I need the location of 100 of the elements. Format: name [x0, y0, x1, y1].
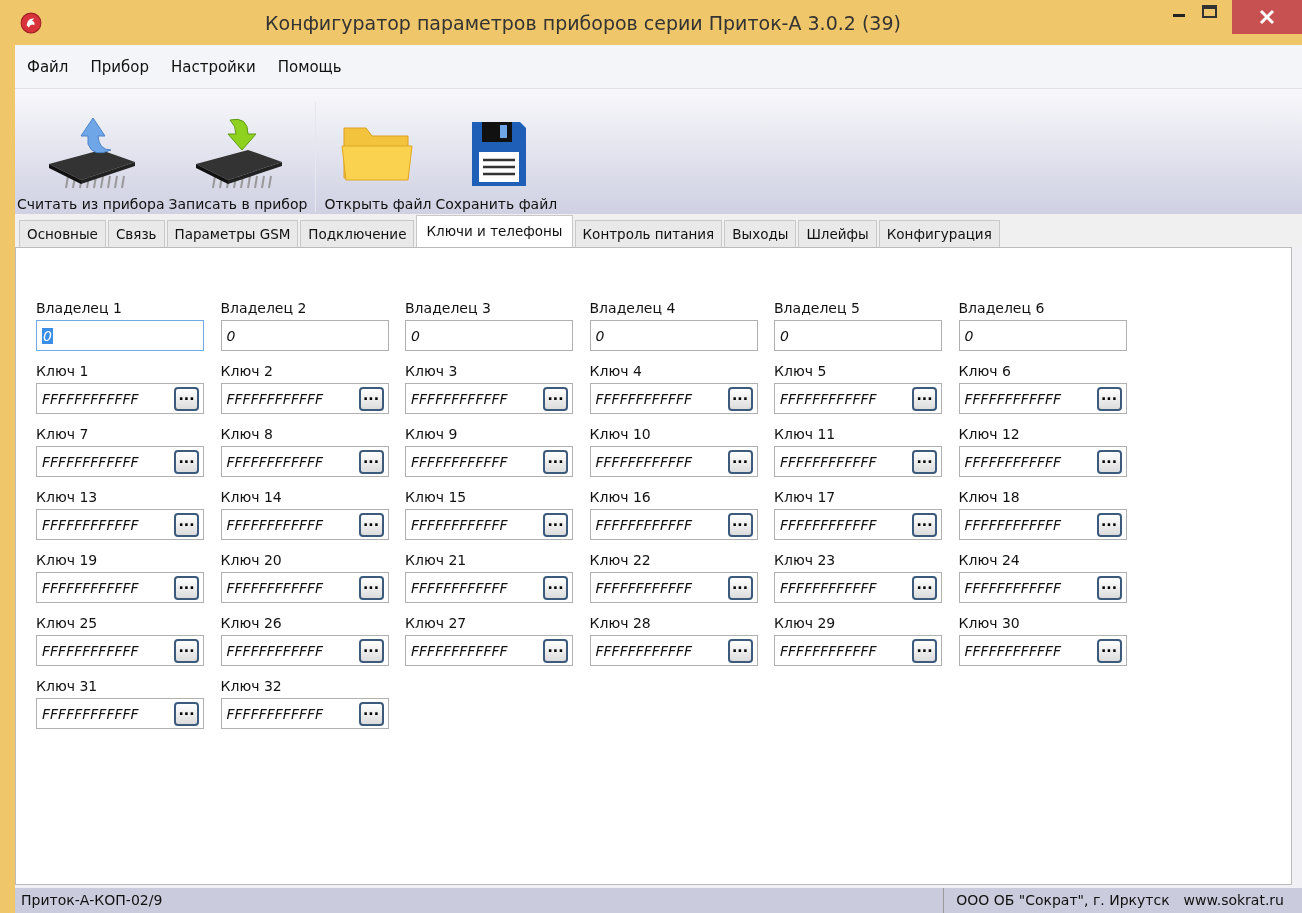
- key-input-field[interactable]: FFFFFFFFFFFF: [226, 453, 359, 470]
- tab[interactable]: Основные: [19, 220, 106, 247]
- owner-field[interactable]: 0: [589, 320, 758, 351]
- browse-button[interactable]: ···: [912, 386, 937, 411]
- toolbar-button[interactable]: Записать в прибор: [166, 114, 310, 212]
- key-input-field[interactable]: FFFFFFFFFFFF: [411, 579, 543, 596]
- browse-button[interactable]: ···: [543, 449, 568, 474]
- owner-field[interactable]: 0: [958, 320, 1127, 351]
- browse-button[interactable]: ···: [358, 386, 384, 411]
- browse-button[interactable]: ···: [727, 512, 753, 537]
- field-label: Ключ 21: [405, 552, 468, 568]
- key-input-field[interactable]: FFFFFFFFFFFF: [226, 579, 359, 596]
- toolbar-button[interactable]: Считать из прибора: [15, 114, 167, 212]
- browse-button[interactable]: ···: [912, 638, 937, 663]
- browse-button[interactable]: ···: [543, 575, 568, 600]
- key-input-field[interactable]: FFFFFFFFFFFF: [780, 516, 912, 533]
- key-input-field[interactable]: FFFFFFFFFFFF: [780, 579, 912, 596]
- tab[interactable]: Выходы: [724, 220, 797, 247]
- tab[interactable]: Параметры GSM: [166, 220, 299, 247]
- browse-button[interactable]: ···: [912, 449, 937, 474]
- menu-item[interactable]: Прибор: [90, 57, 149, 76]
- browse-button[interactable]: ···: [174, 512, 199, 537]
- key-input-field[interactable]: FFFFFFFFFFFF: [595, 516, 728, 533]
- key-input-field[interactable]: FFFFFFFFFFFF: [964, 642, 1097, 659]
- owner-field[interactable]: 0: [405, 320, 573, 351]
- key-input-field[interactable]: FFFFFFFFFFFF: [42, 579, 174, 596]
- field-label: Владелец 5: [774, 300, 861, 316]
- field-label: Ключ 32: [220, 678, 283, 694]
- tab[interactable]: Подключение: [300, 220, 415, 247]
- browse-button[interactable]: ···: [174, 701, 199, 726]
- key-input-field[interactable]: FFFFFFFFFFFF: [595, 390, 728, 407]
- field-label: Ключ 7: [36, 426, 90, 442]
- key-input-field[interactable]: FFFFFFFFFFFF: [595, 642, 728, 659]
- browse-button[interactable]: ···: [727, 638, 753, 663]
- browse-button[interactable]: ···: [543, 512, 568, 537]
- key-input-field[interactable]: FFFFFFFFFFFF: [42, 516, 174, 533]
- status-company: ООО ОБ "Сократ", г. Иркутск: [956, 892, 1170, 910]
- field-label: Ключ 12: [958, 426, 1021, 442]
- field-label: Ключ 14: [220, 489, 283, 505]
- browse-button[interactable]: ···: [1096, 449, 1122, 474]
- browse-button[interactable]: ···: [1096, 638, 1122, 663]
- browse-button[interactable]: ···: [727, 449, 753, 474]
- key-input-field[interactable]: FFFFFFFFFFFF: [964, 390, 1097, 407]
- browse-button[interactable]: ···: [174, 575, 199, 600]
- key-input-field[interactable]: FFFFFFFFFFFF: [42, 705, 174, 722]
- field-label: Ключ 4: [589, 363, 643, 379]
- toolbar-button[interactable]: Открыть файл: [322, 114, 434, 212]
- key-input-field[interactable]: FFFFFFFFFFFF: [226, 390, 359, 407]
- key-input-field[interactable]: FFFFFFFFFFFF: [964, 516, 1097, 533]
- tab[interactable]: Ключи и телефоны: [416, 215, 573, 247]
- field-label: Ключ 5: [774, 363, 828, 379]
- key-input-field[interactable]: FFFFFFFFFFFF: [411, 453, 543, 470]
- key-input-field[interactable]: FFFFFFFFFFFF: [964, 453, 1097, 470]
- menu-item[interactable]: Помощь: [277, 57, 342, 76]
- toolbar-button[interactable]: Сохранить файл: [433, 114, 560, 212]
- close-icon[interactable]: [1232, 0, 1302, 34]
- key-input-field[interactable]: FFFFFFFFFFFF: [964, 579, 1097, 596]
- key-input-field[interactable]: FFFFFFFFFFFF: [42, 453, 174, 470]
- tab[interactable]: Конфигурация: [878, 220, 1000, 247]
- browse-button[interactable]: ···: [174, 449, 199, 474]
- browse-button[interactable]: ···: [358, 638, 384, 663]
- tab[interactable]: Связь: [107, 220, 165, 247]
- key-input-field[interactable]: FFFFFFFFFFFF: [595, 453, 728, 470]
- browse-button[interactable]: ···: [174, 386, 199, 411]
- tab[interactable]: Контроль питания: [574, 220, 723, 247]
- browse-button[interactable]: ···: [912, 575, 937, 600]
- key-input-field[interactable]: FFFFFFFFFFFF: [42, 390, 174, 407]
- menu-item[interactable]: Файл: [27, 57, 69, 76]
- field-label: Ключ 3: [405, 363, 459, 379]
- key-input-field[interactable]: FFFFFFFFFFFF: [780, 453, 912, 470]
- key-input-field[interactable]: FFFFFFFFFFFF: [226, 516, 359, 533]
- tab[interactable]: Шлейфы: [798, 220, 877, 247]
- browse-button[interactable]: ···: [912, 512, 937, 537]
- key-input-field[interactable]: FFFFFFFFFFFF: [595, 579, 728, 596]
- key-input-field[interactable]: FFFFFFFFFFFF: [780, 390, 912, 407]
- browse-button[interactable]: ···: [1096, 386, 1122, 411]
- browse-button[interactable]: ···: [174, 638, 199, 663]
- browse-button[interactable]: ···: [358, 701, 384, 726]
- browse-button[interactable]: ···: [358, 449, 384, 474]
- key-input-field[interactable]: FFFFFFFFFFFF: [226, 705, 359, 722]
- browse-button[interactable]: ···: [358, 512, 384, 537]
- browse-button[interactable]: ···: [1096, 512, 1122, 537]
- menu-item[interactable]: Настройки: [170, 57, 256, 76]
- browse-button[interactable]: ···: [543, 386, 568, 411]
- browse-button[interactable]: ···: [727, 386, 753, 411]
- browse-button[interactable]: ···: [1096, 575, 1122, 600]
- key-input-field[interactable]: FFFFFFFFFFFF: [411, 516, 543, 533]
- key-input-field[interactable]: FFFFFFFFFFFF: [42, 642, 174, 659]
- key-input-field[interactable]: FFFFFFFFFFFF: [780, 642, 912, 659]
- browse-button[interactable]: ···: [358, 575, 384, 600]
- key-input-field[interactable]: FFFFFFFFFFFF: [226, 642, 359, 659]
- field-label: Ключ 11: [774, 426, 837, 442]
- key-input-field[interactable]: FFFFFFFFFFFF: [411, 390, 543, 407]
- field-label: Ключ 27: [405, 615, 468, 631]
- owner-field[interactable]: 0: [774, 320, 942, 351]
- browse-button[interactable]: ···: [543, 638, 568, 663]
- owner-field[interactable]: 0: [220, 320, 389, 351]
- browse-button[interactable]: ···: [727, 575, 753, 600]
- key-input-field[interactable]: FFFFFFFFFFFF: [411, 642, 543, 659]
- field-label: Ключ 22: [589, 552, 652, 568]
